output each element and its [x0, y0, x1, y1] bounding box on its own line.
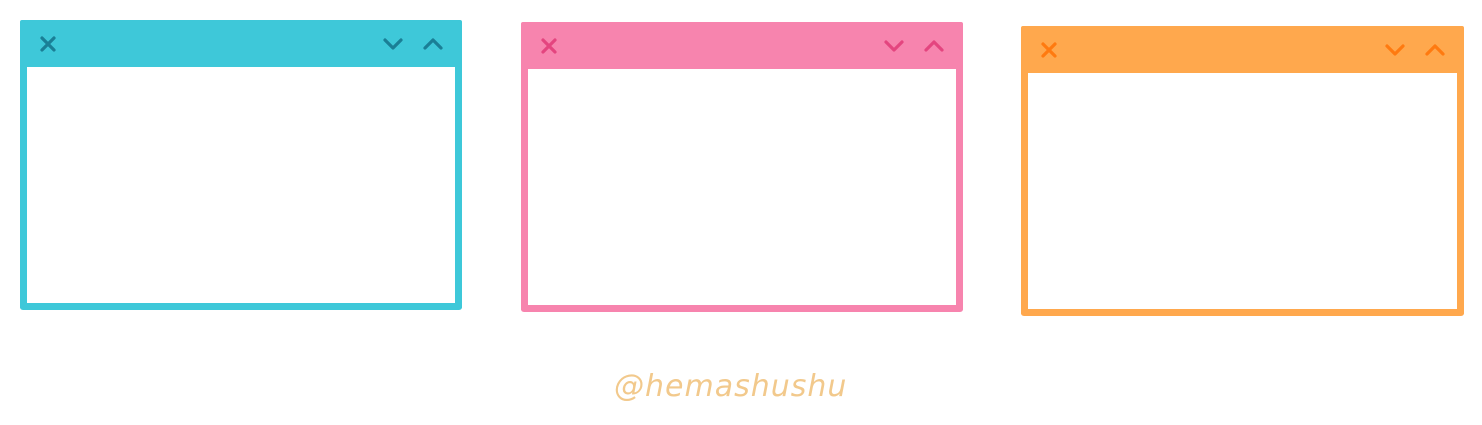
chevron-up-icon[interactable]: [421, 32, 445, 56]
chevron-down-icon[interactable]: [381, 32, 405, 56]
window-blue: [20, 20, 462, 310]
chevron-down-icon[interactable]: [1383, 38, 1407, 62]
chevron-down-icon[interactable]: [882, 34, 906, 58]
signature-text: @hemashushu: [614, 369, 847, 404]
window-pink: [521, 22, 963, 312]
title-bar[interactable]: [20, 20, 462, 67]
close-icon[interactable]: [1037, 38, 1061, 62]
close-icon[interactable]: [537, 34, 561, 58]
chevron-up-icon[interactable]: [1423, 38, 1447, 62]
close-icon[interactable]: [36, 32, 60, 56]
chevron-up-icon[interactable]: [922, 34, 946, 58]
signature: @hemashushu: [610, 362, 870, 407]
window-orange: [1021, 26, 1464, 316]
title-bar[interactable]: [521, 22, 963, 69]
title-bar[interactable]: [1021, 26, 1464, 73]
